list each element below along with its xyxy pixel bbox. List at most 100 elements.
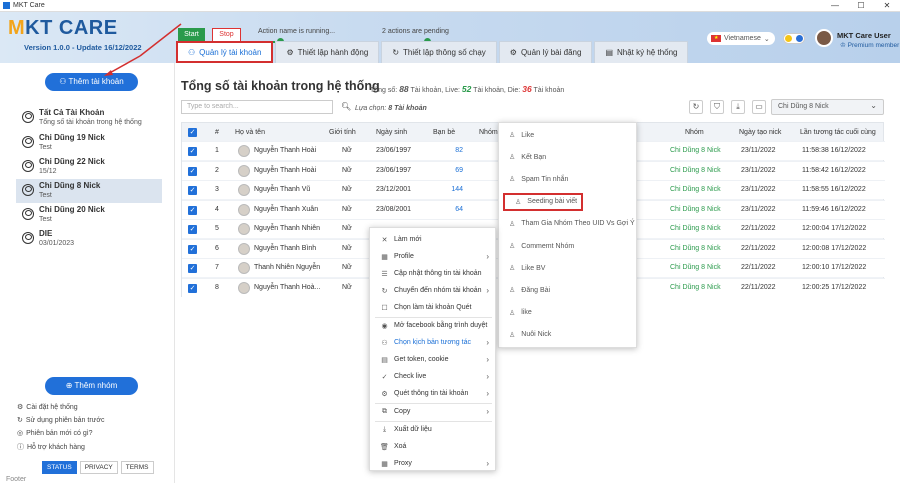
context-menu-item[interactable]: ✓ Check live ›	[370, 368, 497, 385]
row-checkbox[interactable]: ✓	[188, 225, 197, 234]
terms-button[interactable]: TERMS	[120, 461, 154, 474]
sidebar-account-group[interactable]: Chi Dũng 19 Nick Test	[16, 131, 162, 155]
sidebar-link[interactable]: ↻ Sử dụng phiên bản trước	[17, 416, 104, 425]
sidebar-account-group[interactable]: DIE 03/01/2023	[16, 227, 162, 251]
chevron-right-icon: ›	[486, 407, 489, 416]
menu-item-label: Check live	[394, 373, 427, 380]
submenu-script-item[interactable]: ♙ like	[499, 304, 638, 322]
start-button[interactable]: Start	[178, 28, 205, 42]
menu-item-icon: ☐	[381, 304, 388, 312]
menu-item-icon: ✕	[381, 236, 388, 244]
context-menu-item[interactable]: ⚙ Quét thông tin tài khoản ›	[370, 385, 497, 402]
sidebar-link[interactable]: ◎ Phiên bản mới có gì?	[17, 429, 93, 438]
tab-0[interactable]: ⚇ Quản lý tài khoản	[176, 41, 274, 63]
context-menu-item[interactable]: ⤓ Xuất dữ liệu	[370, 421, 497, 438]
submenu-script-item[interactable]: ♙ Like	[499, 126, 638, 144]
cell-sex: Nữ	[342, 205, 352, 213]
col-header-group[interactable]: Nhóm	[479, 129, 498, 136]
menu-item-label: Get token, cookie	[394, 356, 449, 363]
tab-2[interactable]: ↻ Thiết lập thông số chạy	[381, 41, 497, 63]
context-menu-item[interactable]: ☐ Chọn làm tài khoản Quét	[370, 299, 497, 316]
submenu-script-item[interactable]: ♙ Like BV	[499, 259, 638, 277]
link-icon: ◎	[17, 430, 24, 437]
cell-sex: Nữ	[342, 147, 352, 154]
row-checkbox[interactable]: ✓	[188, 244, 197, 254]
sidebar: ⚇ Thêm tài khoản Tất Cả Tài Khoản Tổng số…	[0, 63, 175, 483]
sidebar-account-group[interactable]: Chi Dũng 22 Nick 15/12	[16, 155, 162, 179]
add-account-button[interactable]: ⚇ Thêm tài khoản	[45, 73, 138, 91]
sidebar-account-group[interactable]: Chi Dũng 8 Nick Test	[16, 179, 162, 203]
close-window-button[interactable]: ✕	[874, 0, 900, 12]
row-checkbox[interactable]: ✓	[188, 205, 197, 215]
tab-4[interactable]: ▤ Nhật ký hệ thống	[594, 41, 689, 63]
sidebar-link[interactable]: ⚙ Cài đặt hệ thống	[17, 403, 78, 412]
submenu-script-item[interactable]: ♙ Kết Bạn	[499, 148, 638, 166]
user-avatar[interactable]	[815, 29, 833, 47]
language-select[interactable]: Vietnamese⌄	[707, 32, 775, 45]
sidebar-link[interactable]: ⓘ Hỗ trợ khách hàng	[17, 442, 85, 452]
script-icon: ♙	[509, 309, 516, 317]
context-menu-item[interactable]: ⧉ Copy ›	[370, 403, 497, 420]
context-menu-item[interactable]: ↻ Chuyển đến nhóm tài khoản ›	[370, 282, 497, 299]
filter-icon[interactable]: ⛉	[710, 100, 724, 114]
col-header-dob[interactable]: Ngày sinh	[376, 129, 407, 136]
cell-group: Chi Dũng 8 Nick	[670, 244, 721, 252]
cell-dob: 23/06/1997	[376, 166, 412, 174]
cell-created: 22/11/2022	[741, 264, 776, 271]
context-menu-item[interactable]: ⚇ Chọn kịch bản tương tác ›	[370, 334, 497, 351]
sidebar-account-group[interactable]: Tất Cả Tài Khoản Tổng số tài khoản trong …	[16, 106, 162, 130]
theme-toggle[interactable]	[783, 33, 805, 44]
submenu-script-item[interactable]: ♙ Nuôi Nick	[499, 326, 638, 344]
row-checkbox[interactable]: ✓	[188, 264, 197, 273]
account-group-name: Chi Dũng 22 Nick	[39, 157, 105, 166]
col-header-group-2[interactable]: Nhóm	[685, 129, 704, 136]
search-icon[interactable]: 🔍︎	[341, 102, 351, 111]
folder-icon[interactable]: ▭	[752, 100, 766, 114]
context-menu-item[interactable]: ▦ Profile ›	[370, 248, 497, 265]
col-header-created[interactable]: Ngày tạo nick	[739, 129, 781, 136]
search-input[interactable]: Type to search...	[181, 100, 333, 114]
add-group-button[interactable]: ⊕ Thêm nhóm	[45, 377, 138, 395]
submenu-script-item[interactable]: ♙ Tham Gia Nhóm Theo UID Vs Gợi Ý	[499, 215, 638, 233]
stop-button[interactable]: Stop	[212, 28, 241, 42]
submenu-script-item[interactable]: ♙ Đăng Bài	[499, 281, 638, 299]
context-menu-item[interactable]: ◉ Mở facebook bằng trình duyệt	[370, 317, 497, 334]
context-menu-item[interactable]: ☰ Cập nhật thông tin tài khoản	[370, 265, 497, 282]
sidebar-account-group[interactable]: Chi Dũng 20 Nick Test	[16, 203, 162, 227]
row-checkbox[interactable]: ✓	[188, 147, 197, 156]
download-icon[interactable]: ⤓	[731, 100, 745, 114]
account-group-sub: Tổng số tài khoản trong hệ thống	[39, 119, 142, 126]
cell-n: 5	[215, 225, 219, 232]
col-header-last-interaction[interactable]: Lần tương tác cuối cùng	[800, 129, 876, 136]
cell-group: Chi Dũng 8 Nick	[670, 205, 721, 213]
select-all-checkbox[interactable]: ✓	[188, 128, 197, 137]
col-header-index[interactable]: #	[215, 129, 219, 136]
link-icon: ⚙	[17, 404, 24, 411]
context-menu-item[interactable]: 🗑 Xoá	[370, 438, 497, 455]
context-menu-item[interactable]: ▤ Get token, cookie ›	[370, 351, 497, 368]
privacy-button[interactable]: PRIVACY	[79, 461, 118, 474]
cell-created: 23/11/2022	[741, 205, 776, 213]
title-bar: MKT Care — ☐ ✕	[0, 0, 900, 12]
tab-1[interactable]: ⚙ Thiết lập hành động	[275, 41, 380, 63]
col-header-sex[interactable]: Giới tính	[329, 129, 356, 136]
refresh-icon[interactable]: ↻	[689, 100, 703, 114]
submenu-script-item[interactable]: ♙ Spam Tin nhắn	[499, 170, 638, 188]
menu-item-icon: ⚙	[381, 390, 388, 398]
context-menu-item[interactable]: ▦ Proxy ›	[370, 455, 497, 472]
submenu-script-item[interactable]: ♙ Commemt Nhóm	[499, 237, 638, 255]
submenu-script-item[interactable]: ♙ Seeding bài viết	[503, 192, 583, 211]
row-checkbox[interactable]: ✓	[188, 283, 197, 293]
cell-sex: Nữ	[342, 225, 352, 232]
col-header-friends[interactable]: Bạn bè	[433, 129, 455, 136]
group-select[interactable]: Chi Dũng 8 Nick	[771, 99, 884, 115]
context-menu-item[interactable]: ✕ Làm mới	[370, 231, 497, 248]
maximize-button[interactable]: ☐	[848, 0, 874, 12]
tab-3[interactable]: ⚙ Quản lý bài đăng	[498, 41, 593, 63]
row-checkbox[interactable]: ✓	[188, 186, 197, 195]
row-checkbox[interactable]: ✓	[188, 166, 197, 176]
cell-sex: Nữ	[342, 186, 352, 193]
status-button[interactable]: STATUS	[42, 461, 77, 474]
minimize-button[interactable]: —	[822, 0, 848, 12]
col-header-name[interactable]: Họ và tên	[235, 129, 265, 136]
